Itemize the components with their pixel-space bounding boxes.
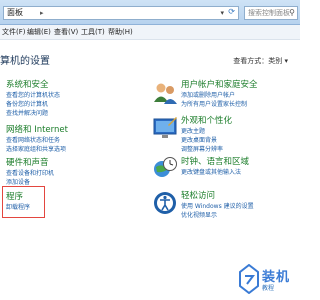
- ease-of-access-icon[interactable]: [152, 190, 178, 216]
- link-devices-printers[interactable]: 查看设备和打印机: [6, 170, 54, 178]
- category-programs[interactable]: 程序: [6, 192, 23, 202]
- link-parental-controls[interactable]: 为所有用户设置家长控制: [181, 101, 247, 109]
- search-placeholder[interactable]: 搜索控制面板: [248, 7, 290, 19]
- category-clock-language[interactable]: 时钟、语言和区域: [181, 157, 249, 167]
- users-icon[interactable]: [152, 80, 178, 106]
- category-ease-of-access[interactable]: 轻松访问: [181, 191, 215, 201]
- category-hardware-sound[interactable]: 硬件和声音: [6, 158, 49, 168]
- category-system-security[interactable]: 系统和安全: [6, 80, 49, 90]
- address-path[interactable]: 面板: [7, 7, 23, 19]
- appearance-icon[interactable]: [152, 115, 178, 141]
- menu-help[interactable]: 帮助(H): [108, 25, 133, 39]
- menu-file[interactable]: 文件(F): [2, 25, 26, 39]
- link-screen-resolution[interactable]: 调整屏幕分辨率: [181, 146, 223, 154]
- link-add-remove-accounts[interactable]: 添加或删除用户帐户: [181, 92, 235, 100]
- menu-bar: 文件(F) 编辑(E) 查看(V) 工具(T) 帮助(H): [0, 25, 300, 40]
- link-uninstall-program[interactable]: 卸载程序: [6, 204, 30, 212]
- category-appearance[interactable]: 外观和个性化: [181, 116, 232, 126]
- search-icon[interactable]: ⚲: [289, 7, 295, 19]
- link-keyboard-input[interactable]: 更改键盘或其他输入法: [181, 169, 241, 177]
- link-check-status[interactable]: 查看您的计算机状态: [6, 92, 60, 100]
- view-by-dropdown[interactable]: 查看方式：类别 ▾: [233, 56, 288, 66]
- link-windows-settings[interactable]: 使用 Windows 建议的设置: [181, 203, 254, 211]
- breadcrumb-arrow-icon[interactable]: ▸: [40, 8, 44, 18]
- programs-highlight-box: [2, 186, 45, 218]
- menu-view[interactable]: 查看(V): [54, 25, 78, 39]
- link-backup[interactable]: 备份您的计算机: [6, 101, 48, 109]
- link-network-status[interactable]: 查看网络状态和任务: [6, 137, 60, 145]
- link-homegroup[interactable]: 选择家庭组和共享选项: [6, 146, 66, 154]
- search-box[interactable]: 搜索控制面板 ⚲: [244, 6, 298, 20]
- link-change-theme[interactable]: 更改主题: [181, 128, 205, 136]
- watermark-logo: 装机 教程: [238, 262, 298, 298]
- link-desktop-background[interactable]: 更改桌面背景: [181, 137, 217, 145]
- title-bar: 面板 ▸ ▾ ⟳ 搜索控制面板 ⚲: [0, 0, 300, 25]
- watermark-icon: [239, 264, 259, 294]
- link-optimize-display[interactable]: 优化视频显示: [181, 212, 217, 220]
- menu-tools[interactable]: 工具(T): [81, 25, 105, 39]
- link-troubleshoot[interactable]: 查找并解决问题: [6, 110, 48, 118]
- watermark-subtext: 教程: [262, 285, 275, 292]
- refresh-icon[interactable]: ⟳: [228, 7, 235, 16]
- category-user-accounts[interactable]: 用户帐户和家庭安全: [181, 80, 258, 90]
- address-bar[interactable]: 面板 ▸ ▾ ⟳: [3, 6, 239, 20]
- category-network[interactable]: 网络和 Internet: [6, 125, 68, 135]
- page-title: 算机的设置: [0, 56, 50, 67]
- address-dropdown-icon[interactable]: ▾: [220, 9, 224, 17]
- menu-edit[interactable]: 编辑(E): [27, 25, 51, 39]
- clock-globe-icon[interactable]: [152, 155, 178, 181]
